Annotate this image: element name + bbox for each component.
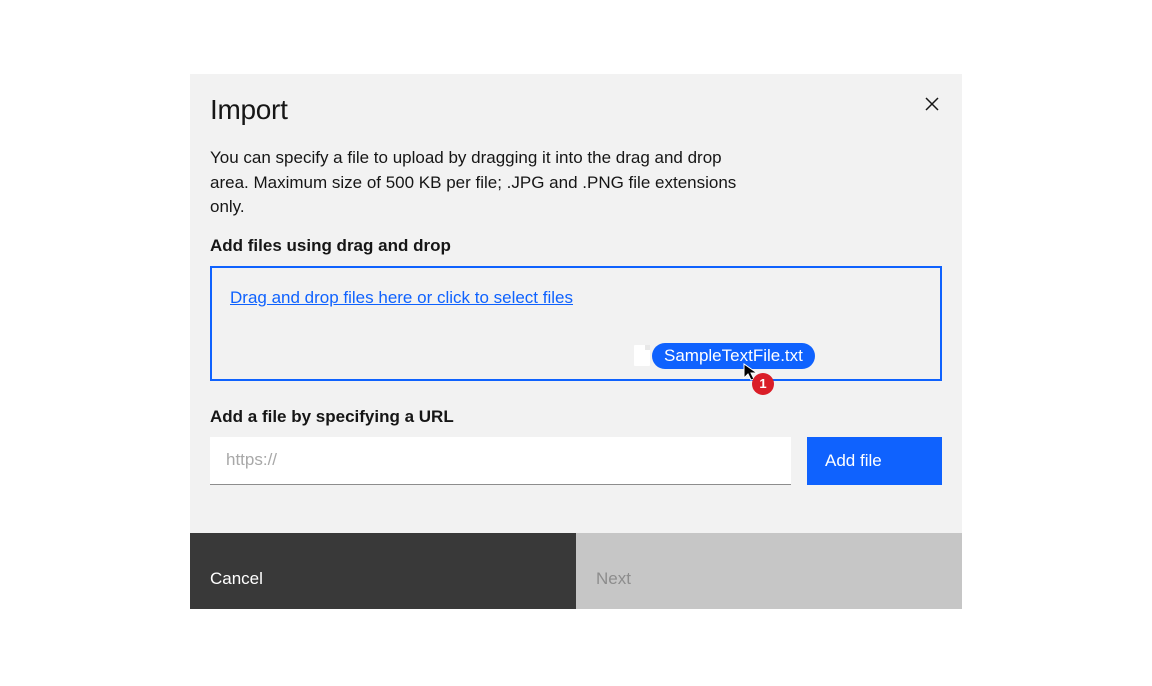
modal-header: Import bbox=[190, 74, 962, 126]
add-file-button[interactable]: Add file bbox=[807, 437, 942, 485]
import-modal: Import You can specify a file to upload … bbox=[190, 74, 962, 609]
modal-footer: Cancel Next bbox=[190, 533, 962, 609]
dropzone-link[interactable]: Drag and drop files here or click to sel… bbox=[230, 288, 573, 307]
dragging-file-indicator: SampleTextFile.txt bbox=[634, 343, 815, 369]
url-input-row: Add file bbox=[210, 437, 942, 485]
cancel-button[interactable]: Cancel bbox=[190, 533, 576, 609]
dragging-file-name: SampleTextFile.txt bbox=[652, 343, 815, 369]
drag-count-badge: 1 bbox=[752, 373, 774, 395]
close-icon bbox=[924, 96, 940, 112]
close-button[interactable] bbox=[916, 88, 948, 120]
url-label: Add a file by specifying a URL bbox=[210, 407, 942, 427]
file-icon bbox=[634, 345, 650, 366]
modal-title: Import bbox=[210, 94, 288, 126]
url-input[interactable] bbox=[210, 437, 791, 485]
next-button: Next bbox=[576, 533, 962, 609]
dropzone-label: Add files using drag and drop bbox=[210, 236, 942, 256]
file-dropzone[interactable]: Drag and drop files here or click to sel… bbox=[210, 266, 942, 381]
modal-body: You can specify a file to upload by drag… bbox=[190, 126, 962, 533]
modal-description: You can specify a file to upload by drag… bbox=[210, 146, 750, 220]
